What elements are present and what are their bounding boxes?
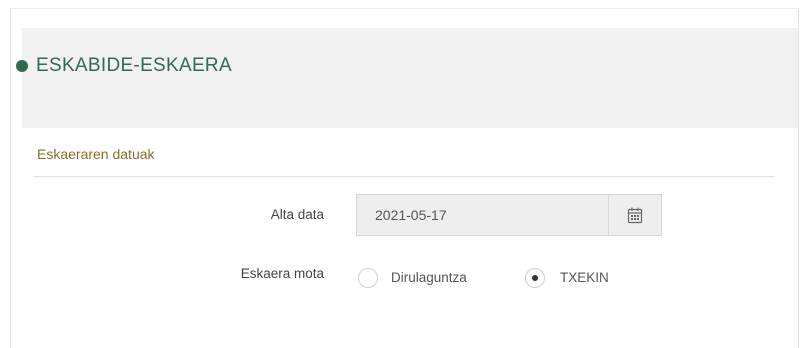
calendar-icon xyxy=(627,207,643,224)
page-title: ESKABIDE-ESKAERA xyxy=(36,55,232,76)
alta-data-value: 2021-05-17 xyxy=(375,207,447,223)
alta-data-label: Alta data xyxy=(270,207,324,222)
calendar-button[interactable] xyxy=(608,194,662,236)
eskaera-mota-label: Eskaera mota xyxy=(240,266,324,281)
page-header: ESKABIDE-ESKAERA xyxy=(16,28,798,128)
section-divider xyxy=(33,176,775,177)
radio-txekin-label[interactable]: TXEKIN xyxy=(560,270,609,285)
radio-txekin[interactable] xyxy=(525,268,545,288)
alta-data-field[interactable]: 2021-05-17 xyxy=(356,194,609,236)
radio-dirulaguntza-label[interactable]: Dirulaguntza xyxy=(391,270,467,285)
section-title: Eskaeraren datuak xyxy=(37,146,155,162)
radio-selected-dot xyxy=(532,275,538,281)
radio-dirulaguntza[interactable] xyxy=(358,268,378,288)
